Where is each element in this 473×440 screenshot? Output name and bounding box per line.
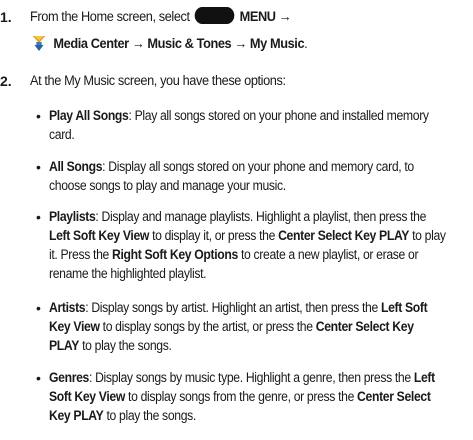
bullet-icon: • (36, 159, 41, 175)
option-desc: to display songs by the artist, or press… (99, 319, 316, 335)
option-playlists: Playlists: Display and manage playlists.… (49, 208, 446, 284)
option-all-songs: All Songs: Display all songs stored on y… (49, 158, 446, 196)
option-desc: : Display songs by artist. Highlight an … (85, 300, 381, 316)
manual-page: 1. From the Home screen, select MENU → M… (0, 0, 473, 440)
option-desc: : Display all songs stored on your phone… (49, 159, 414, 194)
option-desc: to display it, or press the (149, 228, 279, 244)
option-genres: Genres: Display songs by music type. Hig… (49, 369, 446, 426)
bullet-icon: • (36, 370, 41, 386)
step-1-prefix: From the Home screen, select (30, 9, 190, 25)
step-text: From the Home screen, select MENU → Medi… (30, 7, 417, 55)
bullet-icon: • (36, 300, 41, 316)
step-1-period: . (304, 36, 308, 52)
option-artists: Artists: Display songs by artist. Highli… (49, 299, 446, 356)
step-number: 2. (0, 73, 12, 89)
option-term: Play All Songs (49, 108, 129, 124)
key-name: Center Select Key PLAY (278, 228, 410, 244)
step-1-line-2: Media Center → Music & Tones → My Music. (30, 32, 417, 55)
step-text: At the My Music screen, you have these o… (30, 73, 286, 89)
key-name: Left Soft Key View (49, 228, 150, 244)
option-term: Genres (49, 370, 89, 386)
step-number: 1. (0, 9, 12, 25)
option-desc: : Display songs by music type. Highlight… (88, 370, 414, 386)
option-desc: to display songs from the genre, or pres… (125, 389, 358, 405)
bullet-icon: • (36, 209, 41, 225)
option-term: Artists (49, 300, 86, 316)
option-term: Playlists (49, 209, 96, 225)
media-center-icon (32, 36, 46, 51)
key-name: Right Soft Key Options (111, 247, 238, 263)
menu-label: MENU → (239, 9, 292, 25)
option-desc: to play the songs. (79, 338, 172, 354)
step-1-line-1: From the Home screen, select MENU → (30, 7, 417, 28)
menu-key-icon (194, 7, 235, 24)
option-term: All Songs (49, 159, 103, 175)
bullet-icon: • (36, 108, 41, 124)
option-desc: : Display and manage playlists. Highligh… (95, 209, 427, 225)
option-play-all-songs: Play All Songs: Play all songs stored on… (49, 107, 446, 145)
option-desc: to play the songs. (103, 408, 196, 424)
media-center-path: Media Center → Music & Tones → My Music (53, 36, 305, 52)
